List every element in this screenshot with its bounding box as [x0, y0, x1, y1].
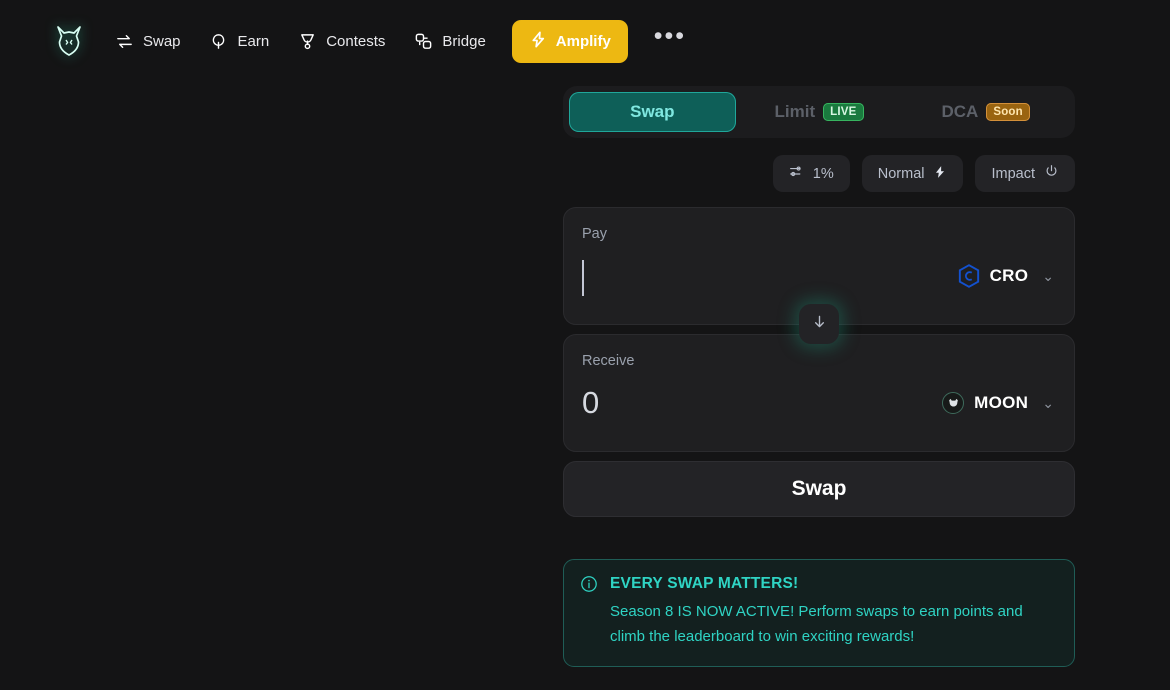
pay-amount-input[interactable] — [582, 260, 584, 296]
settings-row: 1% Normal Impact — [563, 155, 1075, 192]
info-circle-icon — [580, 575, 598, 649]
pay-label: Pay — [582, 226, 607, 242]
pay-card: Pay CRO ⌄ — [563, 207, 1075, 344]
nav-item-label: Swap — [143, 32, 181, 50]
amplify-button[interactable]: Amplify — [511, 19, 628, 63]
nav-item-swap[interactable]: Swap — [100, 23, 195, 59]
tab-dca[interactable]: DCA Soon — [902, 92, 1069, 132]
bridge-squares-icon — [413, 31, 433, 51]
receive-label: Receive — [582, 353, 635, 369]
banner-title: EVERY SWAP MATTERS! — [610, 575, 799, 592]
sliders-icon — [789, 164, 804, 183]
wolf-head-logo[interactable] — [52, 21, 86, 61]
pay-token-symbol: CRO — [989, 266, 1029, 285]
swap-arrows-icon — [114, 31, 134, 51]
arrow-down-icon — [811, 313, 828, 335]
lightning-bolt-icon — [529, 30, 548, 53]
status-badge-live: LIVE — [823, 103, 864, 121]
slippage-value: 1% — [812, 165, 834, 182]
tab-swap[interactable]: Swap — [569, 92, 736, 132]
tab-label: Swap — [630, 102, 675, 121]
medal-icon — [297, 31, 317, 51]
swap-widget: Swap Limit LIVE DCA Soon 1% Normal Impac… — [563, 86, 1075, 667]
speed-label: Normal — [877, 165, 925, 182]
chevron-down-icon: ⌄ — [1042, 394, 1054, 411]
nav-item-label: Earn — [237, 32, 270, 50]
slippage-setting-button[interactable]: 1% — [772, 155, 850, 192]
tab-limit[interactable]: Limit LIVE — [736, 92, 903, 132]
cro-hexagon-icon — [958, 264, 980, 288]
swap-submit-button[interactable]: Swap — [563, 461, 1075, 517]
status-badge-soon: Soon — [986, 103, 1030, 121]
top-navigation: Swap Earn Contests Bridge Amplify ••• — [0, 0, 1170, 82]
more-menu-button[interactable]: ••• — [628, 24, 700, 51]
receive-amount-value: 0 — [582, 385, 600, 420]
mode-tabs: Swap Limit LIVE DCA Soon — [563, 86, 1075, 138]
nav-item-label: Bridge — [442, 32, 486, 50]
swap-direction-button[interactable] — [799, 304, 839, 344]
impact-setting-button[interactable]: Impact — [975, 155, 1075, 192]
impact-label: Impact — [991, 165, 1035, 182]
chevron-down-icon: ⌄ — [1042, 267, 1054, 284]
tab-label: Limit — [774, 102, 816, 121]
banner-text: Season 8 IS NOW ACTIVE! Perform swaps to… — [610, 603, 1023, 645]
receive-token-selector[interactable]: MOON ⌄ — [942, 392, 1054, 414]
info-banner: EVERY SWAP MATTERS! Season 8 IS NOW ACTI… — [563, 559, 1075, 667]
nav-item-label: Contests — [326, 32, 386, 50]
pay-token-selector[interactable]: CRO ⌄ — [958, 264, 1054, 288]
moon-wolf-icon — [942, 392, 965, 414]
nav-item-contests[interactable]: Contests — [283, 23, 399, 59]
receive-token-symbol: MOON — [974, 393, 1029, 412]
nav-item-earn[interactable]: Earn — [195, 23, 284, 59]
lightning-bolt-icon — [933, 165, 947, 183]
power-icon — [1044, 164, 1059, 183]
tab-label: DCA — [941, 102, 979, 121]
amplify-label: Amplify — [555, 32, 611, 50]
tree-icon — [209, 31, 229, 51]
receive-card: Receive 0 MOON ⌄ — [563, 334, 1075, 452]
speed-setting-button[interactable]: Normal — [861, 155, 964, 192]
nav-item-bridge[interactable]: Bridge — [399, 23, 499, 59]
